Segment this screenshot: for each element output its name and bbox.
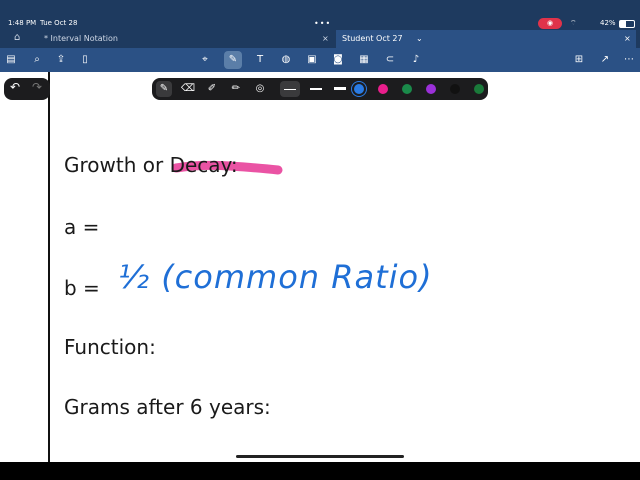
redo-icon[interactable]: ↷ [32,80,42,94]
b-label: b = [64,276,100,300]
page-left-edge [48,72,50,462]
sticky-icon[interactable]: ▦ [357,53,371,67]
color-swatch-pink[interactable] [378,84,388,94]
color-swatch-black[interactable] [450,84,460,94]
stroke-thin[interactable] [280,81,300,97]
growth-or-decay-label: Growth or Decay: [64,153,238,177]
multitask-dots[interactable]: ••• [314,19,331,28]
close-icon[interactable]: × [322,30,329,48]
stroke-medium[interactable] [306,81,326,97]
color-swatch-dark-green[interactable] [474,84,484,94]
color-swatch-blue[interactable] [354,84,364,94]
color-swatch-green[interactable] [402,84,412,94]
lasso-tool-icon[interactable]: ◎ [252,81,268,97]
image-icon[interactable]: ▣ [305,53,319,67]
tab-label: Student Oct 27 [342,34,403,43]
pen-toolbar: ✎ ⌫ ✐ ✏ ◎ [152,78,488,100]
grams-after-6-years-label: Grams after 6 years: [64,395,271,419]
text-icon[interactable]: T [253,53,267,67]
battery-percent: 42% [600,19,616,27]
undo-redo-bar: ↶ ↷ [4,78,50,100]
highlighter-icon[interactable]: ✐ [204,81,220,97]
more-icon[interactable]: ⋯ [622,53,636,67]
pencil-icon[interactable]: ✏ [228,81,244,97]
sidebar-icon[interactable]: ▤ [4,53,18,67]
mic-icon[interactable]: ♪ [409,53,423,67]
wifi-icon: ⌔ [570,19,577,27]
eraser-icon[interactable]: ⌫ [180,81,196,97]
camera-icon[interactable]: ◙ [331,53,345,67]
shape-icon[interactable]: ◍ [279,53,293,67]
tab-bar: ⌂ * Interval Notation × Student Oct 27 ⌄… [0,30,640,48]
link-icon[interactable]: ⊂ [383,53,397,67]
close-icon[interactable]: × [624,30,631,48]
lasso-icon[interactable]: ⌖ [198,53,212,67]
tab-student-oct-27[interactable]: Student Oct 27 ⌄ × [336,30,636,48]
tab-label: * Interval Notation [44,34,118,43]
date: Tue Oct 28 [40,19,78,27]
home-indicator[interactable] [236,455,404,458]
search-icon[interactable]: ⌕ [30,53,44,67]
share-icon[interactable]: ⇪ [54,53,68,67]
status-bar: 1:48 PM Tue Oct 28 ••• ◉ ⌔ 42% [0,0,640,30]
a-label: a = [64,215,100,239]
add-page-icon[interactable]: ⊞ [572,53,586,67]
clock: 1:48 PM [8,19,37,27]
pen-icon[interactable]: ✎ [224,51,242,69]
stroke-thick[interactable] [330,81,350,97]
bookmark-icon[interactable]: ▯ [78,53,92,67]
tab-interval-notation[interactable]: * Interval Notation × [0,30,336,48]
main-toolbar: ▤ ⌕ ⇪ ▯ ⌖ ✎ T ◍ ▣ ◙ ▦ ⊂ ♪ ⊞ ↗ ⋯ [0,48,640,72]
undo-icon[interactable]: ↶ [10,80,20,94]
color-swatch-purple[interactable] [426,84,436,94]
handwritten-b-value: ½ (common Ratio) [118,258,433,296]
pen-tool-icon[interactable]: ✎ [156,81,172,97]
battery-icon [619,20,635,28]
chevron-down-icon[interactable]: ⌄ [416,30,423,48]
export-icon[interactable]: ↗ [598,53,612,67]
screen-record-icon: ◉ [538,18,562,29]
function-label: Function: [64,335,156,359]
